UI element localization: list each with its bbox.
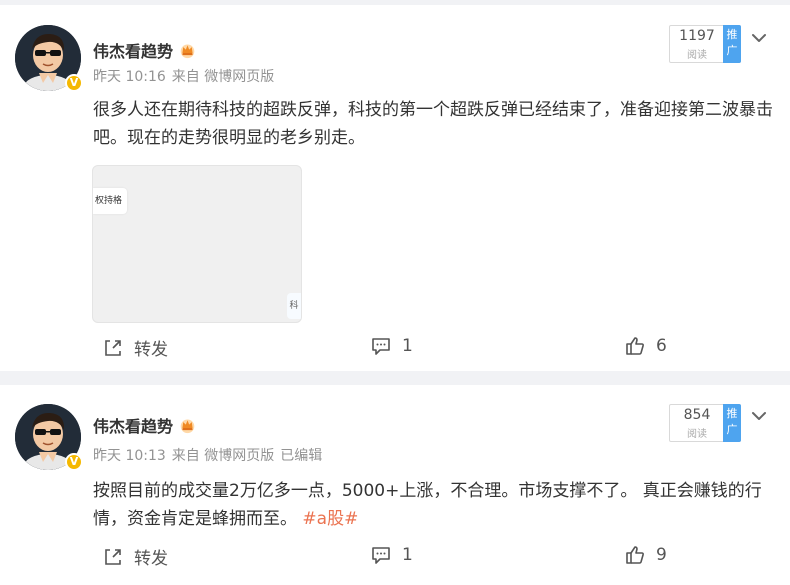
author-name[interactable]: 伟杰看趋势 [93, 38, 173, 62]
more-chevron-icon[interactable] [750, 407, 768, 425]
post-source: 来自 微博网页版 [171, 448, 275, 464]
thumbnail-chip-right: 科 [287, 293, 301, 319]
read-label: 阅读 [687, 50, 707, 61]
post-text: 按照目前的成交量2万亿多一点，5000+上涨，不合理。市场支撑不了。 真正会赚钱… [93, 477, 777, 533]
post-image-thumbnail[interactable]: 权持格 科 [92, 165, 302, 323]
post-text: 很多人还在期待科技的超跌反弹，科技的第一个超跌反弹已经结束了，准备迎接第二波暴击… [93, 96, 777, 152]
comment-icon [372, 547, 390, 564]
author-name-row: 伟杰看趋势 [93, 38, 196, 62]
verified-badge-icon: V [65, 74, 83, 92]
comment-button[interactable]: 1 [370, 335, 413, 357]
forward-button[interactable]: 转发 [102, 335, 168, 360]
post-source: 来自 微博网页版 [171, 69, 275, 85]
read-count: 1197 [679, 28, 715, 44]
avatar[interactable]: V [15, 404, 83, 471]
like-icon [626, 337, 644, 355]
post-time[interactable]: 昨天 10:13 [93, 445, 166, 465]
post-card: V 伟杰看趋势 昨天 10:13 来自 微博网页版 已编辑 854 阅读 推广 … [0, 385, 790, 585]
read-count-box[interactable]: 1197 阅读 推广 [669, 25, 741, 63]
like-button[interactable]: 9 [624, 544, 667, 566]
crown-icon[interactable] [179, 417, 196, 434]
author-name-row: 伟杰看趋势 [93, 413, 196, 437]
forward-icon [105, 339, 121, 356]
comment-icon [372, 338, 390, 355]
forward-button[interactable]: 转发 [102, 544, 168, 569]
post-body: 按照目前的成交量2万亿多一点，5000+上涨，不合理。市场支撑不了。 真正会赚钱… [93, 481, 762, 529]
post-actions: 转发 1 6 [0, 335, 790, 363]
edited-label[interactable]: 已编辑 [280, 445, 322, 465]
thumbnail-chip: 权持格 [93, 188, 127, 214]
post-meta: 昨天 10:16 来自 微博网页版 [93, 66, 274, 86]
comment-button[interactable]: 1 [370, 544, 413, 566]
more-chevron-icon[interactable] [750, 29, 768, 47]
verified-badge-icon: V [65, 453, 83, 471]
comment-count: 1 [402, 336, 413, 356]
post-body: 很多人还在期待科技的超跌反弹，科技的第一个超跌反弹已经结束了，准备迎接第二波暴击… [93, 100, 773, 148]
hashtag-link[interactable]: #a股# [302, 509, 358, 529]
author-name[interactable]: 伟杰看趋势 [93, 413, 173, 437]
forward-label: 转发 [134, 340, 168, 360]
forward-label: 转发 [134, 549, 168, 569]
like-count: 9 [656, 545, 667, 565]
read-count-box[interactable]: 854 阅读 推广 [669, 404, 741, 442]
post-actions: 转发 1 9 [0, 544, 790, 572]
forward-icon [105, 548, 121, 565]
avatar[interactable]: V [15, 25, 83, 92]
read-count: 854 [683, 407, 711, 423]
post-card: V 伟杰看趋势 昨天 10:16 来自 微博网页版 1197 阅读 推广 很多人… [0, 5, 790, 371]
crown-icon[interactable] [179, 42, 196, 59]
like-icon [626, 546, 644, 564]
promote-button[interactable]: 推广 [723, 404, 741, 442]
comment-count: 1 [402, 545, 413, 565]
post-time[interactable]: 昨天 10:16 [93, 66, 166, 86]
weibo-feed: V 伟杰看趋势 昨天 10:16 来自 微博网页版 1197 阅读 推广 很多人… [0, 0, 790, 585]
promote-button[interactable]: 推广 [723, 25, 741, 63]
like-button[interactable]: 6 [624, 335, 667, 357]
read-label: 阅读 [687, 429, 707, 440]
post-meta: 昨天 10:13 来自 微博网页版 已编辑 [93, 445, 322, 465]
like-count: 6 [656, 336, 667, 356]
